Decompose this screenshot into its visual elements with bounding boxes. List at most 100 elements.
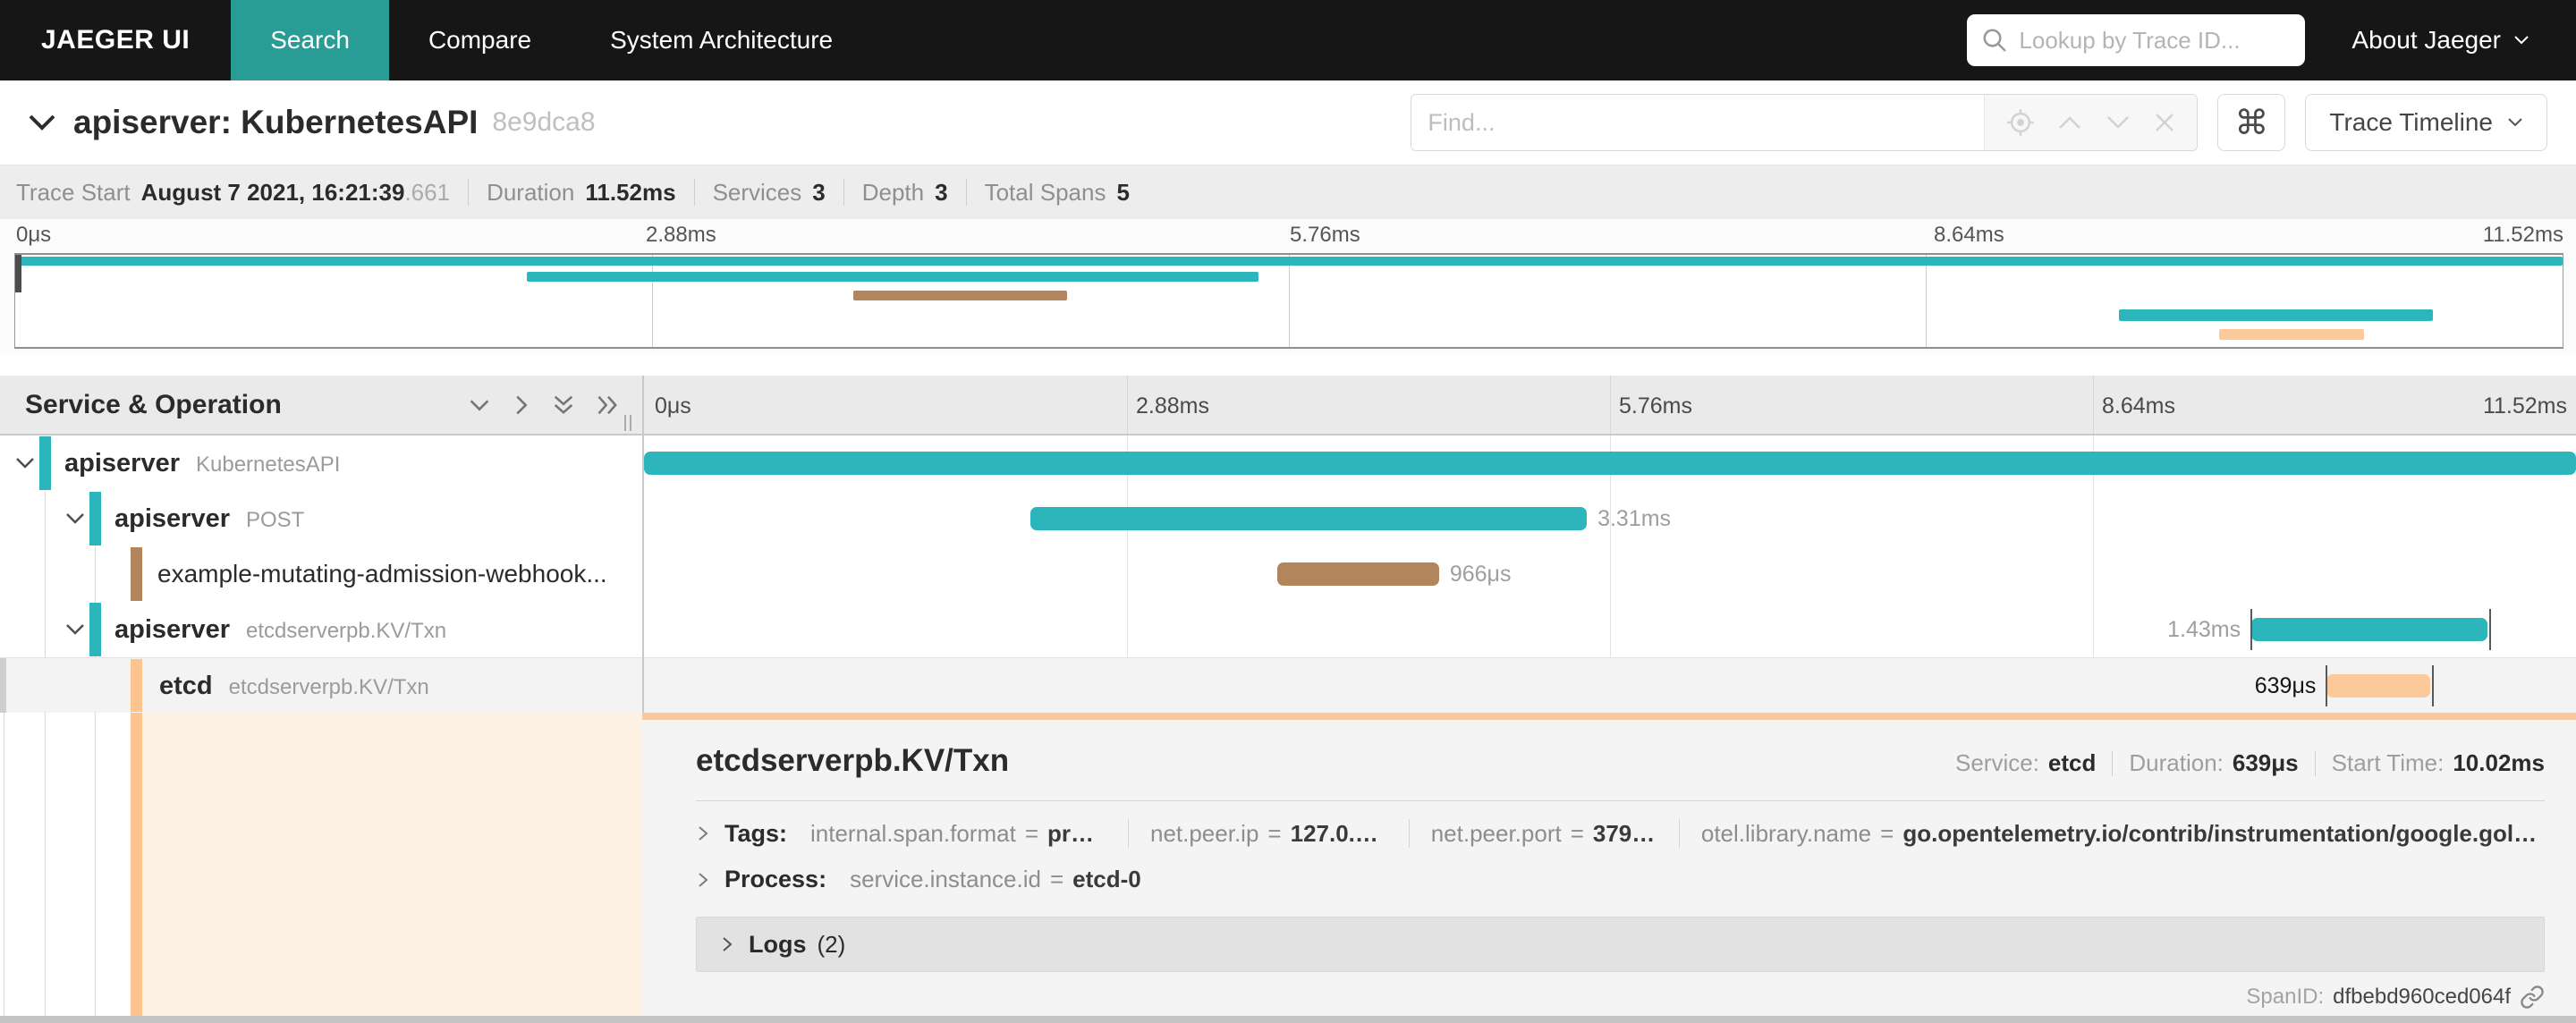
service-operation-title: Service & Operation (25, 389, 282, 419)
services-label: Services (712, 178, 802, 206)
minimap-drag-handle[interactable] (15, 255, 21, 292)
span-row-apiserver-post[interactable]: apiserver POST 3.31ms (0, 491, 2576, 546)
span-row-etcd-kvtxn-selected[interactable]: etcd etcdserverpb.KV/Txn 639μs (0, 657, 2576, 713)
detail-meta: Service: etcd Duration: 639μs Start Time… (1955, 749, 2545, 777)
operation-name: etcdserverpb.KV/Txn (228, 675, 429, 699)
find-next-icon[interactable] (2105, 114, 2131, 131)
tag-equals: = (1049, 866, 1064, 892)
column-resize-grip[interactable] (624, 415, 632, 435)
copy-link-icon[interactable] (2520, 985, 2545, 1010)
logs-accordion[interactable]: Logs (2) (696, 917, 2545, 972)
depth-label: Depth (861, 178, 925, 206)
trace-lookup-box[interactable] (1967, 14, 2306, 66)
minimap-gridline (1926, 255, 1927, 347)
span-duration-bar[interactable]: 3.31ms (1030, 507, 1671, 530)
tag-divider (1408, 819, 1410, 848)
collapse-trace-chevron-icon[interactable] (27, 113, 57, 132)
collapse-one-icon[interactable] (467, 393, 492, 417)
process-value: etcd-0 (1072, 866, 1141, 892)
expand-all-icon[interactable] (596, 393, 621, 417)
depth-value: 3 (935, 178, 948, 206)
chevron-right-icon (720, 934, 734, 954)
selected-span-guide-bar (131, 713, 142, 1016)
detail-footer: SpanID: dfbebd960ced064f (696, 985, 2545, 1010)
span-duration-label: 1.43ms (2167, 617, 2241, 642)
expand-one-icon[interactable] (512, 393, 531, 417)
keyboard-shortcuts-button[interactable]: ⌘ (2217, 94, 2286, 151)
minimap-span-bar (2218, 329, 2364, 340)
timeline-tick: 0μs (655, 393, 691, 418)
duration-label: Duration: (2129, 749, 2224, 776)
trace-summary-bar: Trace Start August 7 2021, 16:21:39.661 … (0, 165, 2576, 219)
span-color-chip (39, 436, 51, 490)
nav-tab-compare[interactable]: Compare (389, 0, 571, 80)
command-icon: ⌘ (2234, 103, 2269, 142)
span-row-apiserver-kubernetesapi[interactable]: apiserver KubernetesAPI (0, 435, 2576, 491)
summary-divider (468, 179, 470, 206)
service-name: apiserver (114, 504, 230, 533)
span-bar-cell: 3.31ms (644, 491, 2576, 546)
tag-value: 37982 (1592, 819, 1657, 847)
minimap-span-bar (852, 291, 1068, 300)
span-bar-cell: 639μs (644, 658, 2576, 713)
span-bar-cell (644, 435, 2576, 491)
horizontal-scrollbar[interactable] (0, 1016, 2576, 1023)
find-bar (1411, 94, 2199, 151)
span-duration-label: 966μs (1449, 562, 1512, 587)
trace-view-select[interactable]: Trace Timeline (2305, 94, 2547, 151)
service-value: etcd (2047, 749, 2097, 776)
timeline-tick: 5.76ms (1619, 393, 1692, 418)
detail-operation-title: etcdserverpb.KV/Txn (696, 743, 1010, 778)
clear-find-icon[interactable] (2153, 111, 2176, 134)
logs-count: (2) (817, 930, 846, 958)
span-name-cell: example-mutating-admission-webhook... (0, 546, 642, 602)
timeline-tick: 2.88ms (1136, 393, 1209, 418)
find-input[interactable] (1411, 95, 1985, 150)
span-service: apiserver POST (114, 504, 304, 534)
span-row-apiserver-kvtxn[interactable]: apiserver etcdserverpb.KV/Txn 1.43ms (0, 602, 2576, 657)
span-duration-bar[interactable] (644, 452, 2576, 475)
span-duration-bar[interactable]: 1.43ms (2167, 609, 2491, 650)
service-name: apiserver (64, 449, 180, 478)
service-operation-header: Service & Operation (0, 376, 642, 434)
operation-name: etcdserverpb.KV/Txn (246, 619, 447, 643)
tree-guide-line (95, 713, 96, 1016)
service-name: etcd (159, 672, 213, 700)
nav-tab-system-architecture[interactable]: System Architecture (571, 0, 872, 80)
span-color-chip (131, 547, 142, 601)
span-duration-bar[interactable]: 639μs (2255, 665, 2434, 706)
about-jaeger-menu[interactable]: About Jaeger (2351, 26, 2529, 55)
collapse-children-icon[interactable] (14, 456, 36, 475)
locate-span-icon[interactable] (2006, 108, 2035, 137)
span-row-webhook[interactable]: example-mutating-admission-webhook... 96… (0, 546, 2576, 602)
span-name-cell: apiserver etcdserverpb.KV/Txn (0, 602, 642, 657)
tag-value: go.opentelemetry.io/contrib/instrumentat… (1902, 819, 2545, 847)
minimap-canvas[interactable] (14, 253, 2563, 349)
span-duration-bar[interactable]: 966μs (1277, 562, 1511, 586)
chevron-down-icon (2507, 117, 2523, 128)
collapse-children-icon[interactable] (64, 622, 86, 641)
meta-divider (2314, 750, 2316, 776)
find-tools (1984, 95, 2198, 150)
tag-value: 127.0.0.1 (1290, 819, 1387, 847)
tags-accordion[interactable]: Tags: internal.span.format = proto net.pee… (696, 819, 2545, 848)
tag-divider (1127, 819, 1129, 848)
collapse-children-icon[interactable] (64, 512, 86, 530)
about-jaeger-label: About Jaeger (2351, 26, 2501, 54)
timeline-tick: 11.52ms (2482, 393, 2567, 418)
services-value: 3 (812, 178, 826, 206)
meta-divider (2112, 750, 2114, 776)
tag-equals: = (1880, 819, 1894, 847)
find-prev-icon[interactable] (2056, 114, 2083, 131)
collapse-all-icon[interactable] (551, 393, 576, 417)
tag-item: internal.span.format = proto (810, 820, 1106, 848)
minimap-tick: 2.88ms (646, 223, 716, 247)
process-accordion[interactable]: Process: service.instance.id = etcd-0 (696, 866, 2545, 893)
span-bar-cell: 1.43ms (644, 602, 2576, 657)
chevron-down-icon (2513, 35, 2529, 46)
column-divider[interactable] (642, 376, 644, 713)
summary-divider (965, 179, 967, 206)
total-spans-label: Total Spans (984, 178, 1106, 206)
trace-lookup-input[interactable] (2019, 26, 2292, 55)
nav-tab-search[interactable]: Search (231, 0, 389, 80)
